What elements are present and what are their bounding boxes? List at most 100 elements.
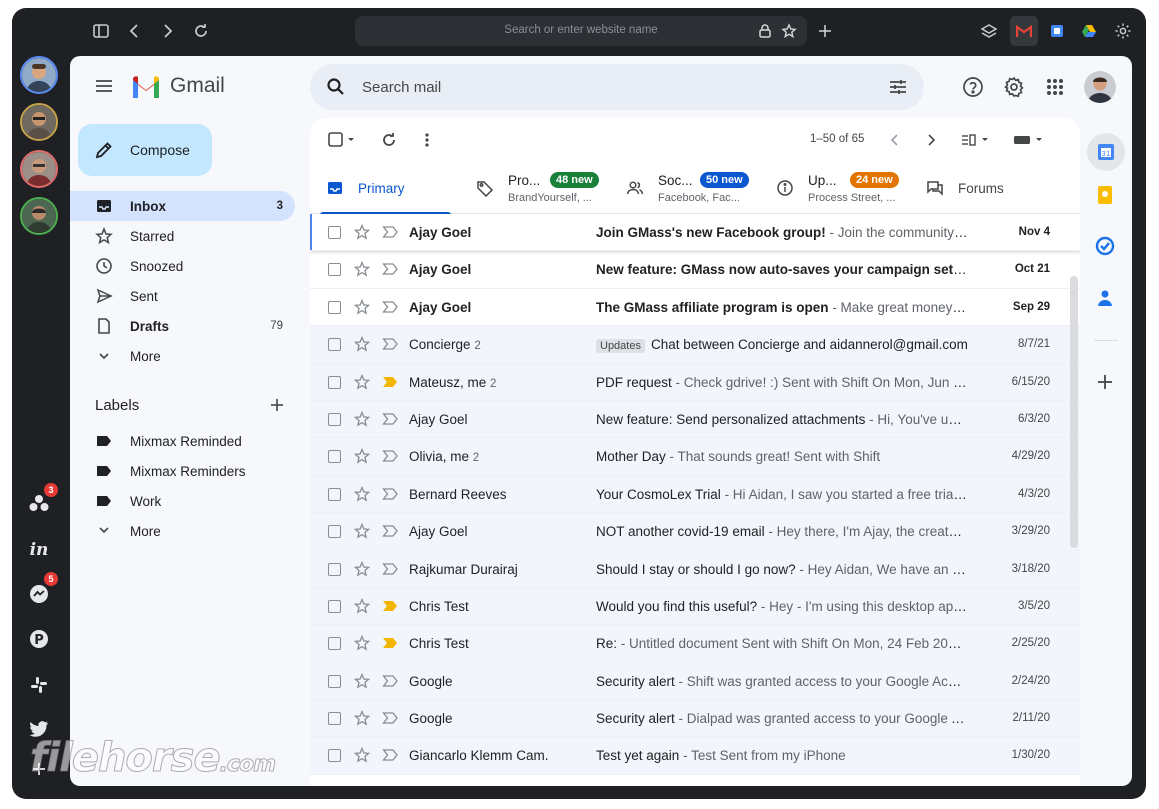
gmail-extension-icon[interactable] bbox=[1010, 16, 1038, 46]
sidebar-item-drafts[interactable]: Drafts 79 bbox=[70, 311, 295, 341]
star-icon[interactable] bbox=[354, 448, 370, 464]
sidebar-item-starred[interactable]: Starred bbox=[70, 221, 295, 251]
main-menu-icon[interactable] bbox=[94, 76, 116, 98]
split-pane-icon[interactable] bbox=[960, 131, 994, 149]
calendar-icon[interactable]: 31 bbox=[1087, 133, 1125, 171]
compose-button[interactable]: Compose bbox=[78, 124, 212, 176]
contacts-icon[interactable] bbox=[1095, 288, 1117, 310]
star-icon[interactable] bbox=[354, 261, 370, 277]
gmail-logo-icon[interactable] bbox=[131, 76, 161, 98]
settings-icon[interactable] bbox=[1003, 76, 1025, 98]
calendar-extension-icon[interactable] bbox=[1046, 20, 1068, 42]
row-checkbox[interactable] bbox=[328, 338, 341, 352]
tab-promotions[interactable]: Pro... 48 new BrandYourself, ... bbox=[460, 162, 610, 214]
row-checkbox[interactable] bbox=[328, 450, 341, 464]
label-mixmax-reminded[interactable]: Mixmax Reminded bbox=[70, 426, 295, 456]
row-checkbox[interactable] bbox=[328, 749, 341, 763]
more-vert-icon[interactable] bbox=[418, 131, 436, 149]
star-icon[interactable] bbox=[354, 373, 370, 390]
label-mixmax-reminders[interactable]: Mixmax Reminders bbox=[70, 456, 295, 486]
sidebar-toggle-icon[interactable] bbox=[90, 20, 112, 42]
email-row[interactable]: Mateusz, me 2 PDF request - Check gdrive!… bbox=[310, 363, 1080, 401]
drive-extension-icon[interactable] bbox=[1078, 20, 1100, 42]
search-input[interactable] bbox=[362, 76, 822, 98]
important-marker-icon[interactable] bbox=[382, 449, 398, 463]
refresh-icon[interactable] bbox=[380, 131, 398, 149]
email-row[interactable]: Bernard Reeves Your CosmoLex Trial - Hi … bbox=[310, 475, 1080, 514]
email-row[interactable]: Ajay Goel New feature: Send personalized… bbox=[310, 400, 1080, 439]
important-marker-icon[interactable] bbox=[382, 487, 398, 501]
email-row[interactable]: Ajay Goel NOT another covid-19 email - H… bbox=[310, 513, 1080, 551]
email-row[interactable]: Ajay Goel Join GMass's new Facebook grou… bbox=[310, 214, 1080, 252]
important-marker-icon[interactable] bbox=[382, 599, 398, 613]
mail-list-scrollbar[interactable] bbox=[1070, 276, 1078, 548]
star-icon[interactable] bbox=[354, 410, 370, 427]
label-work[interactable]: Work bbox=[70, 486, 295, 516]
important-marker-icon[interactable] bbox=[382, 375, 398, 389]
row-checkbox[interactable] bbox=[328, 487, 341, 501]
email-row[interactable]: Giancarlo Klemm Cam. Test yet again - Te… bbox=[310, 737, 1080, 775]
layers-icon[interactable] bbox=[978, 20, 1000, 42]
search-icon[interactable] bbox=[326, 77, 346, 97]
url-bar[interactable]: Search or enter website name bbox=[355, 16, 807, 46]
tab-social[interactable]: Soc... 50 new Facebook, Fac... bbox=[610, 162, 760, 214]
row-checkbox[interactable] bbox=[328, 226, 341, 239]
important-marker-icon[interactable] bbox=[382, 711, 398, 725]
email-row[interactable]: Ajay Goel The GMass affiliate program is… bbox=[310, 288, 1080, 327]
bookmark-star-icon[interactable] bbox=[781, 23, 797, 39]
sidebar-item-inbox[interactable]: Inbox 3 bbox=[70, 191, 295, 221]
row-checkbox[interactable] bbox=[328, 263, 341, 277]
star-icon[interactable] bbox=[354, 597, 370, 614]
input-tools-icon[interactable] bbox=[1012, 131, 1046, 149]
select-all-checkbox[interactable] bbox=[328, 131, 354, 149]
new-tab-icon[interactable] bbox=[814, 20, 836, 42]
next-page-icon[interactable] bbox=[922, 131, 940, 149]
important-marker-icon[interactable] bbox=[382, 748, 398, 762]
row-checkbox[interactable] bbox=[328, 599, 341, 613]
back-icon[interactable] bbox=[124, 20, 146, 42]
prev-page-icon[interactable] bbox=[886, 131, 904, 149]
tab-updates[interactable]: Up... 24 new Process Street, ... bbox=[760, 162, 910, 214]
star-icon[interactable] bbox=[354, 224, 370, 240]
star-icon[interactable] bbox=[354, 635, 370, 651]
forward-icon[interactable] bbox=[156, 20, 178, 42]
linkedin-icon[interactable]: in bbox=[28, 539, 50, 561]
tab-forums[interactable]: Forums bbox=[910, 162, 1060, 214]
email-row[interactable]: Olivia, me 2 Mother Day - That sounds gre… bbox=[310, 438, 1080, 476]
search-options-icon[interactable] bbox=[888, 77, 908, 97]
row-checkbox[interactable] bbox=[328, 412, 341, 426]
important-marker-icon[interactable] bbox=[382, 225, 398, 239]
star-icon[interactable] bbox=[354, 710, 370, 726]
important-marker-icon[interactable] bbox=[382, 412, 398, 426]
email-row[interactable]: Ajay Goel New feature: GMass now auto-sa… bbox=[310, 251, 1080, 289]
email-row[interactable]: Google Security alert - Shift was grante… bbox=[310, 662, 1080, 701]
row-checkbox[interactable] bbox=[328, 525, 341, 539]
messenger-icon[interactable] bbox=[28, 583, 50, 605]
pinterest-icon[interactable]: P bbox=[28, 628, 50, 650]
slack-icon[interactable] bbox=[28, 674, 50, 696]
add-label-icon[interactable] bbox=[268, 396, 286, 414]
star-icon[interactable] bbox=[354, 523, 370, 539]
sidebar-item-more[interactable]: More bbox=[70, 341, 295, 371]
important-marker-icon[interactable] bbox=[382, 300, 398, 314]
star-icon[interactable] bbox=[354, 336, 370, 352]
account-avatar-4[interactable] bbox=[20, 197, 58, 235]
important-marker-icon[interactable] bbox=[382, 674, 398, 688]
star-icon[interactable] bbox=[354, 298, 370, 315]
account-avatar-3[interactable] bbox=[20, 150, 58, 188]
important-marker-icon[interactable] bbox=[382, 562, 398, 576]
important-marker-icon[interactable] bbox=[382, 262, 398, 276]
tasks-icon[interactable] bbox=[1095, 236, 1117, 258]
account-avatar-1[interactable] bbox=[20, 56, 58, 94]
sidebar-item-snoozed[interactable]: Snoozed bbox=[70, 251, 295, 281]
tab-primary[interactable]: Primary bbox=[310, 162, 451, 215]
settings-gear-icon[interactable] bbox=[1112, 20, 1134, 42]
email-row[interactable]: Chris Test Would you find this useful? -… bbox=[310, 587, 1080, 626]
important-marker-icon[interactable] bbox=[382, 636, 398, 650]
email-row[interactable]: Chris Test Re: - Untitled document Sent … bbox=[310, 625, 1080, 663]
row-checkbox[interactable] bbox=[328, 712, 341, 726]
row-checkbox[interactable] bbox=[328, 300, 341, 314]
important-marker-icon[interactable] bbox=[382, 524, 398, 538]
row-checkbox[interactable] bbox=[328, 637, 341, 651]
star-icon[interactable] bbox=[354, 485, 370, 502]
